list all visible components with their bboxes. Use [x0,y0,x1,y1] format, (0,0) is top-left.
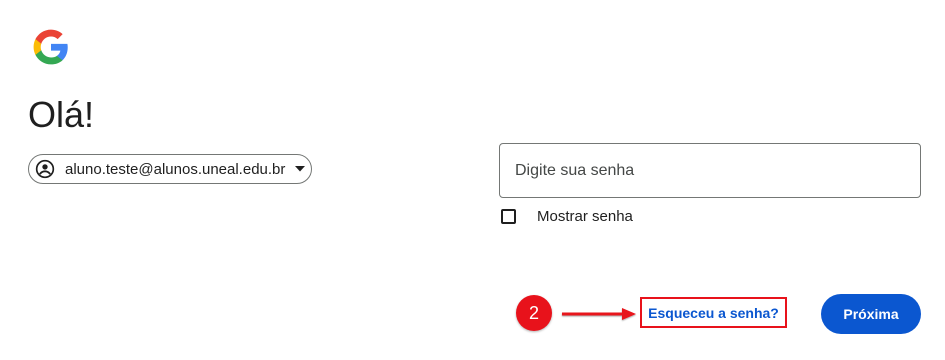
account-circle-icon [35,159,55,179]
caret-down-icon [295,166,306,172]
next-button[interactable]: Próxima [821,294,921,334]
page-title: Olá! [28,94,95,135]
show-password-label: Mostrar senha [537,208,633,225]
google-logo-icon [32,28,70,66]
account-email: aluno.teste@alunos.uneal.edu.br [65,160,286,178]
show-password-checkbox[interactable] [501,209,516,224]
step-number-badge: 2 [516,295,552,331]
account-chooser[interactable]: aluno.teste@alunos.uneal.edu.br [28,154,312,184]
annotation-arrow-icon [562,308,636,320]
password-input[interactable] [499,143,921,198]
show-password-toggle[interactable]: Mostrar senha [501,208,633,225]
forgot-password-link[interactable]: Esqueceu a senha? [644,301,783,324]
